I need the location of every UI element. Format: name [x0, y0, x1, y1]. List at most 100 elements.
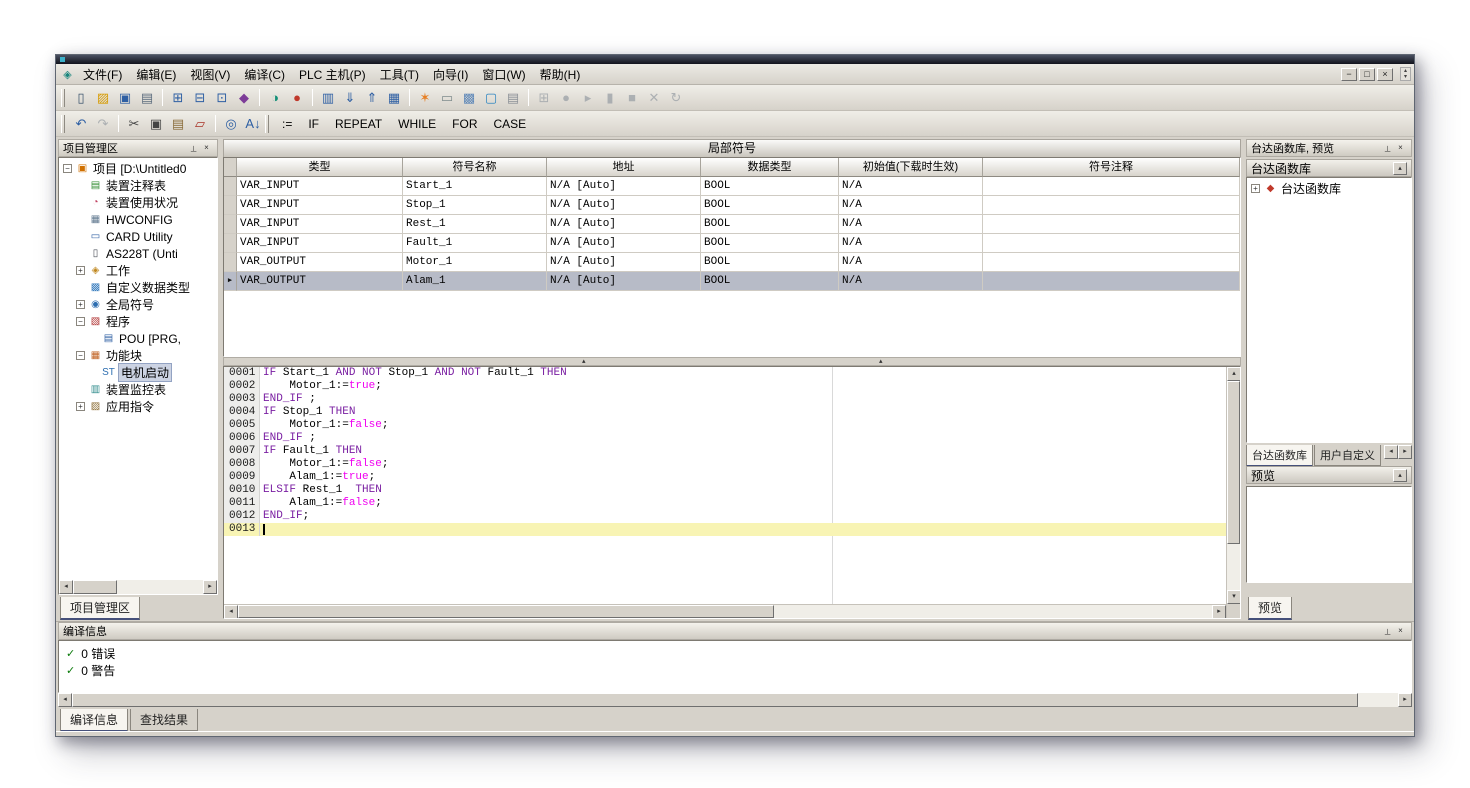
code-line-0009[interactable]: 0009 Alam_1:=true;: [224, 471, 1226, 484]
scroll-left-button[interactable]: ◂: [59, 580, 73, 594]
code-area[interactable]: 0001IF Start_1 AND NOT Stop_1 AND NOT Fa…: [224, 367, 1226, 604]
menu-tools[interactable]: 工具(T): [373, 64, 426, 85]
symbol-row-Rest_1[interactable]: VAR_INPUTRest_1N/A [Auto]BOOLN/A: [224, 215, 1240, 234]
tab-compile-message[interactable]: 编译信息: [60, 709, 128, 732]
preview-section-header[interactable]: 预览 ▴: [1246, 466, 1412, 484]
tree-item-hwconfig[interactable]: ▦HWCONFIG: [59, 211, 217, 228]
tree-item-fb-motor-start[interactable]: ST电机启动: [59, 364, 217, 381]
code-line-0005[interactable]: 0005 Motor_1:=false;: [224, 419, 1226, 432]
menu-view[interactable]: 视图(V): [183, 64, 237, 85]
pin-icon[interactable]: ⊤: [1381, 625, 1394, 637]
online-monitor-icon[interactable]: ▦: [383, 87, 405, 108]
symbol-row-Alam_1[interactable]: ▶VAR_OUTPUTAlam_1N/A [Auto]BOOLN/A: [224, 272, 1240, 291]
column-header[interactable]: 数据类型: [701, 158, 839, 177]
scroll-left-button[interactable]: ◂: [224, 605, 238, 619]
expander-icon[interactable]: +: [76, 266, 85, 275]
pin-icon[interactable]: ⊤: [1381, 142, 1394, 154]
code-line-0002[interactable]: 0002 Motor_1:=true;: [224, 380, 1226, 393]
tree-item-plc-as228t[interactable]: ▯AS228T (Unti: [59, 245, 217, 262]
splitter-collapse-icon[interactable]: ▴: [582, 358, 586, 366]
tree-item-pou-prg[interactable]: ▤POU [PRG,: [59, 330, 217, 347]
scroll-left-button[interactable]: ◂: [58, 693, 72, 707]
hwconfig-tool-icon[interactable]: ▩: [458, 87, 480, 108]
symbol-row-Start_1[interactable]: VAR_INPUTStart_1N/A [Auto]BOOLN/A: [224, 177, 1240, 196]
collapse-icon[interactable]: ▴: [1393, 162, 1407, 175]
menu-wizard[interactable]: 向导(I): [426, 64, 475, 85]
scroll-down-button[interactable]: ▾: [1227, 590, 1241, 604]
mdi-close-button[interactable]: ×: [1377, 68, 1393, 81]
new-window-icon[interactable]: ⊞: [533, 87, 555, 108]
tree-item-global-symbols[interactable]: +◉全局符号: [59, 296, 217, 313]
st-button-for[interactable]: FOR: [444, 115, 485, 133]
column-header[interactable]: 地址: [547, 158, 701, 177]
st-button-while[interactable]: WHILE: [390, 115, 444, 133]
st-button-repeat[interactable]: REPEAT: [327, 115, 390, 133]
tree-item-application-instructions[interactable]: +▨应用指令: [59, 398, 217, 415]
menu-plc-host[interactable]: PLC 主机(P): [292, 64, 373, 85]
tree-item-card-utility[interactable]: ▭CARD Utility: [59, 228, 217, 245]
expander-icon[interactable]: +: [76, 300, 85, 309]
menu-compile[interactable]: 编译(C): [237, 64, 292, 85]
scroll-thumb[interactable]: [73, 580, 117, 594]
compile-horizontal-scrollbar[interactable]: ◂ ▸: [58, 693, 1412, 707]
save-icon[interactable]: ▣: [114, 87, 136, 108]
editor-vertical-scrollbar[interactable]: ▴ ▾: [1226, 367, 1240, 618]
project-tree-horizontal-scrollbar[interactable]: ◂ ▸: [59, 580, 217, 594]
close-icon[interactable]: ×: [1394, 625, 1407, 637]
zoom-icon[interactable]: ◎: [220, 113, 242, 134]
scroll-track[interactable]: [72, 693, 1398, 707]
pause-plc-icon[interactable]: ▮: [599, 87, 621, 108]
tree-item-delta-library[interactable]: + ◆ 台达函数库: [1247, 180, 1411, 197]
scroll-track[interactable]: [1227, 381, 1240, 590]
memory-card-icon[interactable]: ▭: [436, 87, 458, 108]
forward-icon[interactable]: ↷: [92, 113, 114, 134]
window-cascade-icon[interactable]: ⊞: [167, 87, 189, 108]
code-line-0001[interactable]: 0001IF Start_1 AND NOT Stop_1 AND NOT Fa…: [224, 367, 1226, 380]
copy-icon[interactable]: ▣: [145, 113, 167, 134]
code-line-0010[interactable]: 0010ELSIF Rest_1 THEN: [224, 484, 1226, 497]
library-section-header[interactable]: 台达函数库 ▴: [1246, 159, 1412, 177]
tree-item-device-monitor-table[interactable]: ▥装置监控表: [59, 381, 217, 398]
row-selector[interactable]: [224, 215, 237, 234]
row-selector[interactable]: [224, 196, 237, 215]
erase-icon[interactable]: ▱: [189, 113, 211, 134]
simulator-icon[interactable]: ◑: [264, 87, 286, 108]
tree-item-user-defined-data-types[interactable]: ▩自定义数据类型: [59, 279, 217, 296]
code-line-0011[interactable]: 0011 Alam_1:=false;: [224, 497, 1226, 510]
menu-edit[interactable]: 编辑(E): [129, 64, 183, 85]
row-selector[interactable]: [224, 234, 237, 253]
st-button-case[interactable]: CASE: [486, 115, 535, 133]
code-line-0006[interactable]: 0006END_IF ;: [224, 432, 1226, 445]
scroll-track[interactable]: [73, 580, 203, 594]
row-selector[interactable]: [224, 177, 237, 196]
tab-scroll-left-button[interactable]: ◂: [1384, 445, 1398, 459]
download-to-plc-icon[interactable]: ⇓: [339, 87, 361, 108]
scroll-up-button[interactable]: ▴: [1227, 367, 1241, 381]
refresh-icon[interactable]: ↻: [665, 87, 687, 108]
mdi-restore-button[interactable]: □: [1359, 68, 1375, 81]
menu-window[interactable]: 窗口(W): [475, 64, 532, 85]
new-file-icon[interactable]: ▯: [70, 87, 92, 108]
tree-item-device-comment-table[interactable]: ▤装置注释表: [59, 177, 217, 194]
tab-user-defined[interactable]: 用户自定义: [1314, 445, 1381, 466]
expander-icon[interactable]: −: [63, 164, 72, 173]
scroll-right-button[interactable]: ▸: [203, 580, 217, 594]
scroll-right-button[interactable]: ▸: [1398, 693, 1412, 707]
collapse-icon[interactable]: ▴: [1393, 469, 1407, 482]
toolbar-grip[interactable]: [265, 115, 269, 133]
comment-view-icon[interactable]: ▤: [502, 87, 524, 108]
scroll-right-button[interactable]: ▸: [1212, 605, 1226, 619]
toolbar-grip[interactable]: [61, 89, 65, 107]
code-line-0012[interactable]: 0012END_IF;: [224, 510, 1226, 523]
tab-preview[interactable]: 预览: [1248, 597, 1292, 620]
tree-item-project-root[interactable]: −▣项目 [D:\Untitled0: [59, 160, 217, 177]
window-arrange-icon[interactable]: ⊡: [211, 87, 233, 108]
expander-icon[interactable]: +: [1251, 184, 1260, 193]
toolbar-grip[interactable]: [61, 115, 65, 133]
horizontal-splitter[interactable]: ▴ ▴: [223, 357, 1241, 366]
stop-simulator-icon[interactable]: ●: [286, 87, 308, 108]
transfer-setup-icon[interactable]: ▥: [317, 87, 339, 108]
paste-icon[interactable]: ▤: [167, 113, 189, 134]
code-line-0003[interactable]: 0003END_IF ;: [224, 393, 1226, 406]
tree-item-device-usage[interactable]: ◔装置使用状况: [59, 194, 217, 211]
